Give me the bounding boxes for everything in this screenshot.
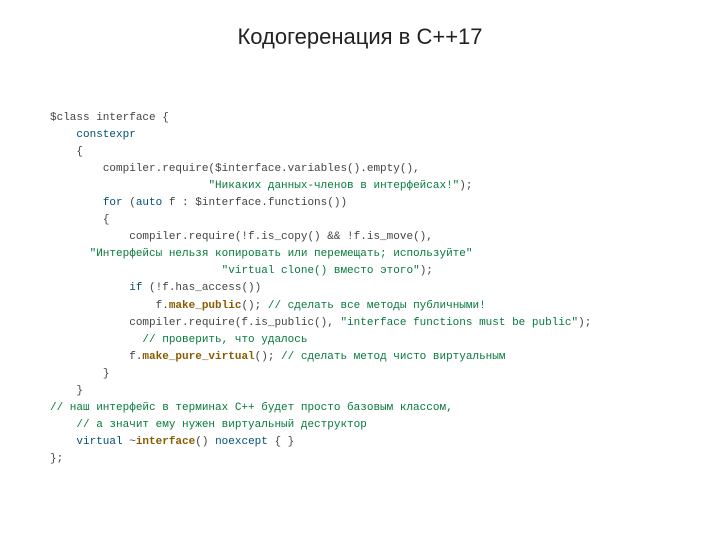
code-text: compiler.require(f.is_public(), <box>129 317 340 329</box>
keyword-virtual: virtual <box>76 436 122 448</box>
code-text: ( <box>123 197 136 209</box>
code-line: compiler.require($interface.variables().… <box>103 163 420 175</box>
comment: // наш интерфейс в терминах С++ будет пр… <box>50 402 453 414</box>
comment: // а значит ему нужен виртуальный дестру… <box>76 419 366 431</box>
code-line: compiler.require(!f.is_copy() && !f.is_m… <box>129 231 433 243</box>
code-text: { } <box>268 436 294 448</box>
slide: Кодогеренация в С++17 $class interface {… <box>0 0 720 540</box>
string-literal: "interface functions must be public" <box>340 317 578 329</box>
keyword-noexcept: noexcept <box>215 436 268 448</box>
keyword-for: for <box>103 197 123 209</box>
code-text: f. <box>156 300 169 312</box>
comment: // сделать все методы публичными! <box>268 300 486 312</box>
code-text: ); <box>459 180 472 192</box>
code-text: f. <box>129 351 142 363</box>
code-text: (); <box>255 351 281 363</box>
code-text: ); <box>420 265 433 277</box>
code-text: () <box>195 436 215 448</box>
keyword-auto: auto <box>136 197 162 209</box>
code-line: { <box>103 214 110 226</box>
keyword-constexpr: constexpr <box>76 129 135 141</box>
code-line: } <box>103 368 110 380</box>
code-text: f : $interface.functions()) <box>162 197 347 209</box>
code-line: { <box>76 146 83 158</box>
code-block: $class interface { constexpr { compiler.… <box>50 110 670 468</box>
fn-make-pure-virtual: make_pure_virtual <box>142 351 254 363</box>
code-line: }; <box>50 453 63 465</box>
comment: // проверить, что удалось <box>142 334 307 346</box>
code-text: ); <box>578 317 591 329</box>
slide-title: Кодогеренация в С++17 <box>0 24 720 50</box>
fn-make-public: make_public <box>169 300 242 312</box>
string-literal: "virtual clone() вместо этого" <box>222 265 420 277</box>
string-literal: "Интерфейсы нельзя копировать или переме… <box>90 248 473 260</box>
string-literal: "Никаких данных-членов в интерфейсах!" <box>208 180 459 192</box>
fn-interface-dtor: interface <box>136 436 195 448</box>
code-line: $class interface { <box>50 112 169 124</box>
code-text: (); <box>241 300 267 312</box>
code-line: } <box>76 385 83 397</box>
comment: // сделать метод чисто виртуальным <box>281 351 505 363</box>
code-text: (!f.has_access()) <box>142 282 261 294</box>
code-text: ~ <box>123 436 136 448</box>
keyword-if: if <box>129 282 142 294</box>
